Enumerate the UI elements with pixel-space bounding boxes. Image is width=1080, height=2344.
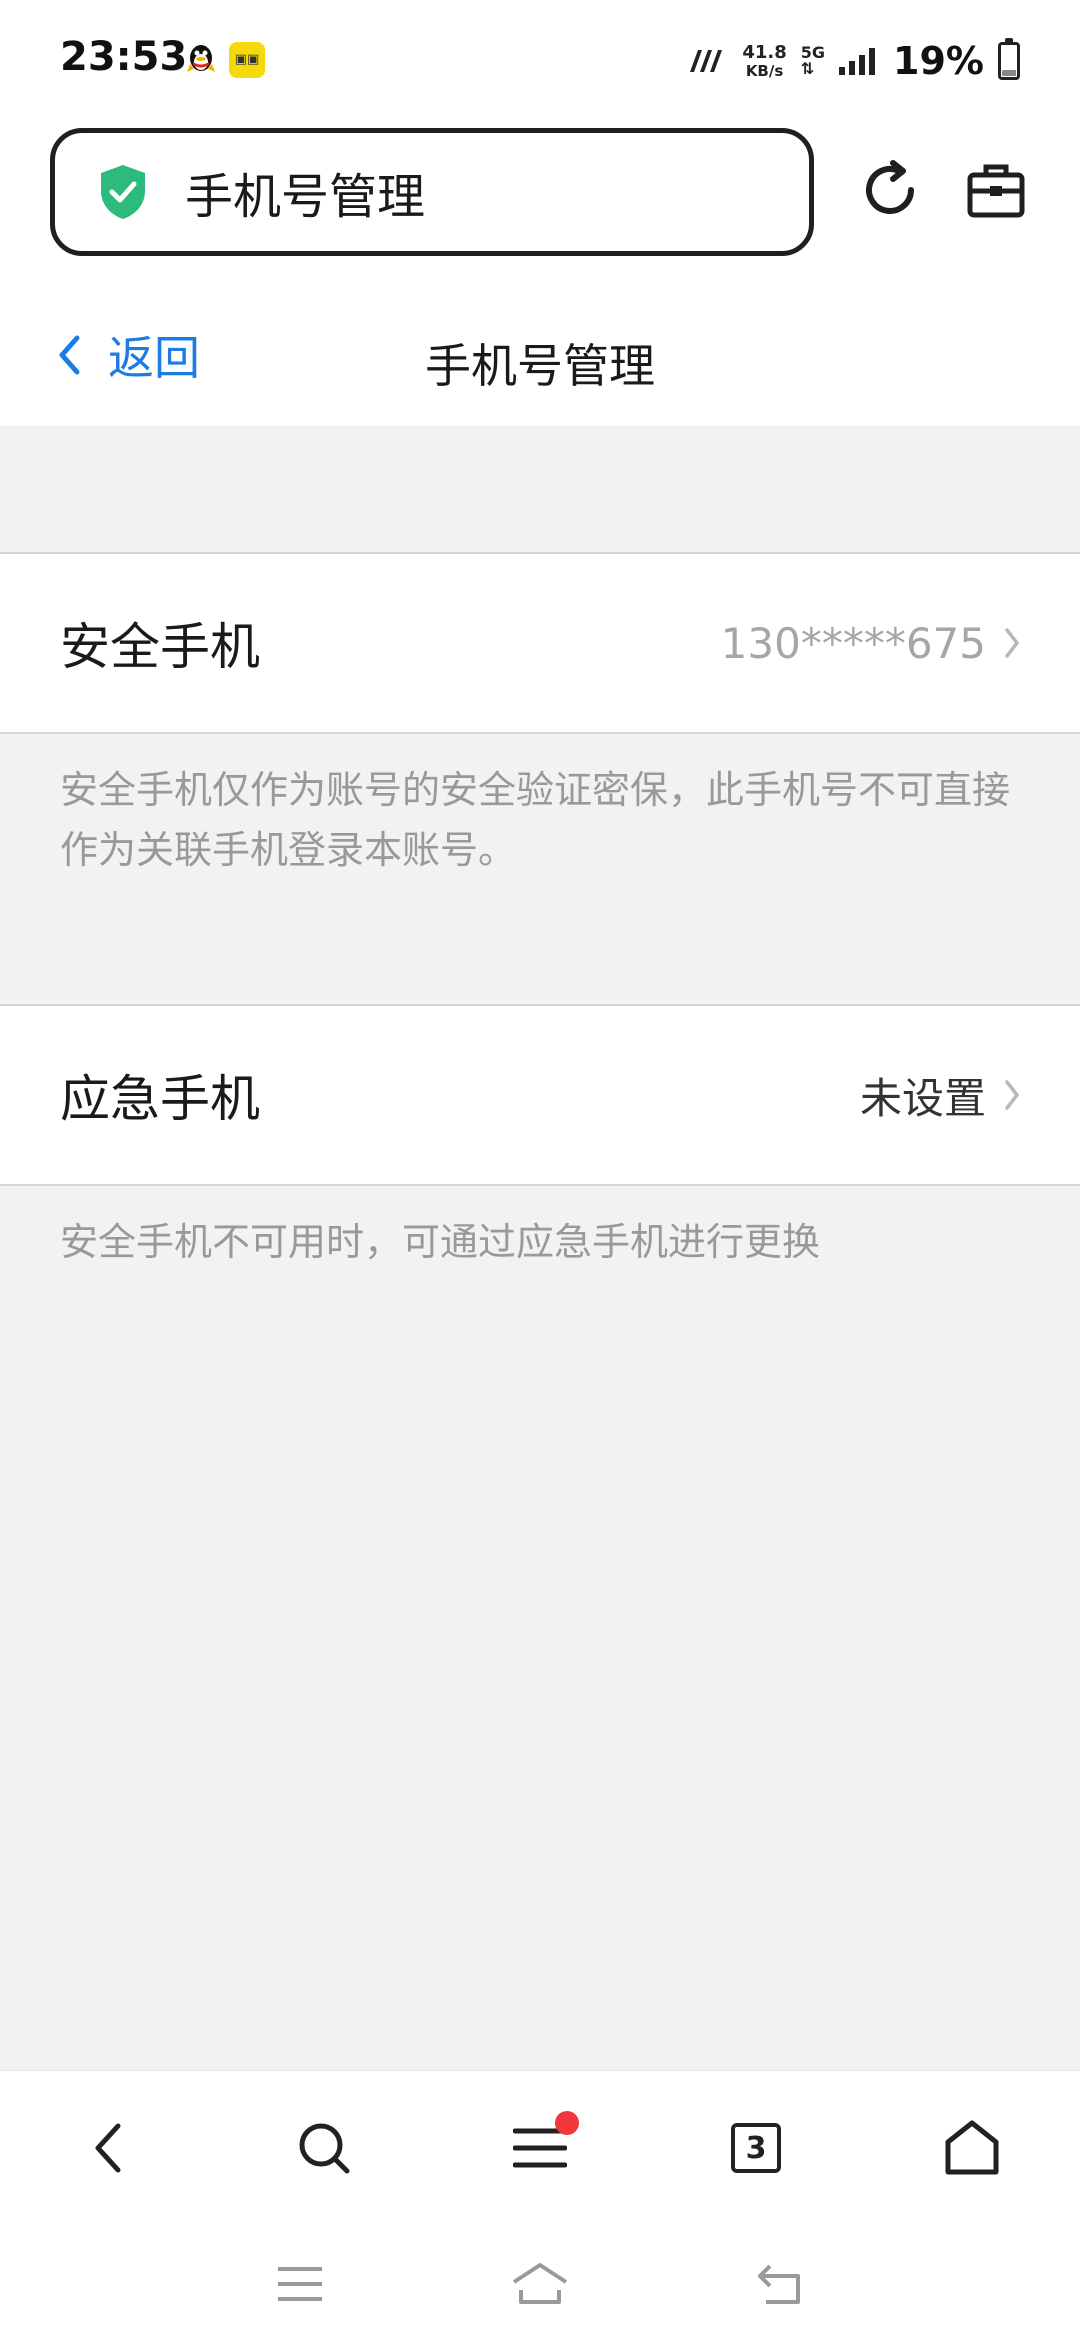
toolbox-icon <box>967 164 1025 218</box>
page-header: 返回 手机号管理 <box>0 284 1080 426</box>
status-time: 23:53 <box>60 34 188 80</box>
emergency-phone-hint: 安全手机不可用时，可通过应急手机进行更换 <box>60 1220 821 1264</box>
security-phone-hint: 安全手机仅作为账号的安全验证密保，此手机号不可直接作为关联手机登录本账号。 <box>60 768 1011 872</box>
system-navigation <box>0 2224 1080 2344</box>
nfc-icon <box>690 50 723 72</box>
search-button[interactable] <box>279 2103 369 2193</box>
battery-percent: 19% <box>893 39 984 83</box>
status-bar: 23:53 ▣▣ 41.8 KB/s 5G ⇅ 19% <box>0 0 1080 120</box>
network-speed-unit: KB/s <box>745 61 784 80</box>
refresh-icon <box>866 160 914 214</box>
sys-back-button[interactable] <box>748 2252 812 2316</box>
sys-home-icon <box>512 2263 568 2304</box>
sys-home-button[interactable] <box>508 2252 572 2316</box>
back-button[interactable] <box>62 2103 152 2193</box>
page-title: 手机号管理 <box>425 339 655 393</box>
row-value: 130*****675 <box>721 619 1020 668</box>
network-type: 5G ⇅ <box>801 45 825 77</box>
tabs-button[interactable]: 3 <box>711 2103 801 2193</box>
content-area: 安全手机 130*****675 安全手机仅作为账号的安全验证密保，此手机号不可… <box>0 426 1080 2070</box>
tabs-icon: 3 <box>731 2123 781 2173</box>
address-bar-title: 手机号管理 <box>185 169 426 225</box>
shield-check-icon <box>101 165 145 219</box>
data-arrows-icon: ⇅ <box>800 59 815 78</box>
qq-icon <box>183 42 219 78</box>
signal-icon <box>839 48 876 75</box>
row-label: 应急手机 <box>60 1070 260 1128</box>
emergency-phone-row[interactable]: 应急手机 未设置 <box>0 1004 1080 1186</box>
refresh-button[interactable] <box>850 150 930 230</box>
chevron-right-icon <box>1005 1080 1019 1110</box>
notification-dot <box>555 2111 579 2135</box>
security-phone-row[interactable]: 安全手机 130*****675 <box>0 552 1080 734</box>
recents-icon <box>278 2267 322 2301</box>
toolbox-button[interactable] <box>956 150 1036 230</box>
app-notification-icon: ▣▣ <box>229 42 265 78</box>
row-label: 安全手机 <box>60 618 260 676</box>
back-icon <box>95 2123 121 2173</box>
menu-button[interactable] <box>495 2103 585 2193</box>
browser-toolbar: 3 <box>0 2070 1080 2224</box>
battery-icon <box>998 38 1020 80</box>
network-speed: 41.8 KB/s <box>742 41 787 80</box>
sys-back-icon <box>758 2264 800 2304</box>
home-button[interactable] <box>927 2103 1017 2193</box>
address-bar[interactable]: 手机号管理 <box>50 128 814 256</box>
recents-button[interactable] <box>268 2252 332 2316</box>
security-phone-value: 130*****675 <box>720 618 986 668</box>
home-icon <box>945 2120 999 2175</box>
emergency-phone-value: 未设置 <box>859 1073 986 1123</box>
status-indicators: 41.8 KB/s 5G ⇅ 19% <box>686 38 1020 83</box>
chevron-right-icon <box>1005 628 1019 658</box>
row-value: 未设置 <box>860 1065 1020 1126</box>
battery-fill <box>1002 69 1016 76</box>
network-speed-value: 41.8 <box>742 41 787 63</box>
search-icon <box>299 2123 350 2174</box>
